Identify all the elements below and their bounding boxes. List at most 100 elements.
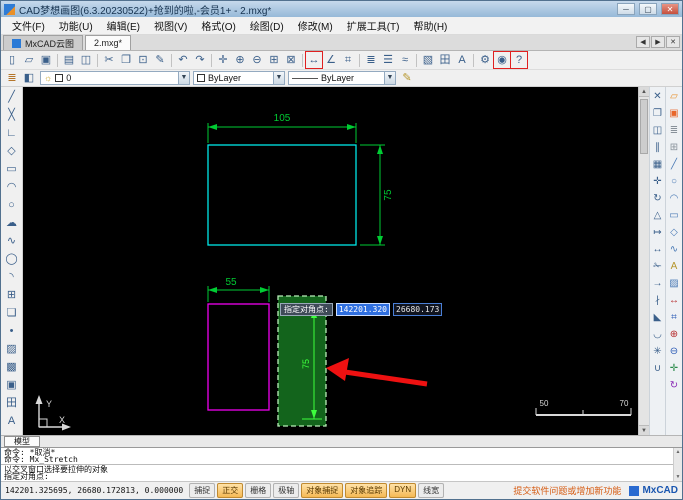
chevron-down-icon[interactable]: ▼ <box>178 72 189 84</box>
dynamic-input-y-field[interactable]: 26680.173 <box>393 303 443 316</box>
print-preview-icon[interactable]: ◫ <box>78 52 94 68</box>
polygon-tool-icon[interactable]: ◇ <box>666 225 682 241</box>
lengthen-icon[interactable]: ↔ <box>650 242 665 258</box>
vertical-scrollbar[interactable]: ▲ ▼ <box>638 87 649 435</box>
statusbar-toggle-otrack[interactable]: 对象追踪 <box>345 483 388 498</box>
gradient-icon[interactable]: ▩ <box>3 359 21 376</box>
menu-format[interactable]: 格式(O) <box>194 17 242 34</box>
menu-draw[interactable]: 绘图(D) <box>243 17 291 34</box>
insert-tool-icon[interactable]: ⊞ <box>666 140 682 156</box>
insert-table-icon[interactable]: 田 <box>437 52 453 68</box>
draw-spline-icon[interactable]: ∿ <box>3 233 21 250</box>
scroll-down-icon[interactable]: ▼ <box>639 425 649 435</box>
menu-ext-tools[interactable]: 扩展工具(T) <box>340 17 407 34</box>
layer-states-icon[interactable]: ◧ <box>21 70 37 86</box>
text-tool-icon[interactable]: A <box>666 259 682 275</box>
menu-help[interactable]: 帮助(H) <box>406 17 454 34</box>
dimension-tool-icon[interactable]: ↔ <box>666 293 682 309</box>
linetype-manager-icon[interactable]: ≈ <box>397 52 413 68</box>
statusbar-toggle-grid[interactable]: 栅格 <box>245 483 272 498</box>
feedback-link[interactable]: 提交软件问题或增加新功能 <box>513 484 621 497</box>
draw-construction-line-icon[interactable]: ╳ <box>3 107 21 124</box>
draw-point-icon[interactable]: • <box>3 323 21 340</box>
linetype-dropdown[interactable]: ByLayer ▼ <box>288 71 396 85</box>
color-dropdown[interactable]: ByLayer ▼ <box>193 71 285 85</box>
hatch-tool-icon[interactable]: ▨ <box>666 276 682 292</box>
paste-icon[interactable]: ⊡ <box>135 52 151 68</box>
extend-icon[interactable]: → <box>650 276 665 292</box>
spline-tool-icon[interactable]: ∿ <box>666 242 682 258</box>
undo-icon[interactable]: ↶ <box>175 52 191 68</box>
measure-area-icon[interactable]: ⌗ <box>340 52 356 68</box>
table-icon[interactable]: 田 <box>3 395 21 412</box>
chevron-down-icon[interactable]: ▼ <box>384 72 395 84</box>
find-text-icon[interactable]: A <box>454 52 470 68</box>
rotate-icon[interactable]: ↻ <box>650 191 665 207</box>
statusbar-toggle-dyn[interactable]: DYN <box>389 483 417 498</box>
line-tool-icon[interactable]: ╱ <box>666 157 682 173</box>
command-scrollbar[interactable]: ▲ ▼ <box>673 448 682 481</box>
plot-icon[interactable]: ▤ <box>61 52 77 68</box>
zoom-window-icon[interactable]: ⊞ <box>266 52 282 68</box>
cyan-rectangle[interactable] <box>207 144 357 246</box>
draw-polyline-icon[interactable]: ∟ <box>3 125 21 142</box>
make-block-icon[interactable]: ❏ <box>3 305 21 322</box>
options-icon[interactable]: ⚙ <box>477 52 493 68</box>
insert-block-icon[interactable]: ⊞ <box>3 287 21 304</box>
mirror-icon[interactable]: ◫ <box>650 123 665 139</box>
zoom-in-icon[interactable]: ⊕ <box>232 52 248 68</box>
erase-icon[interactable]: ✕ <box>650 89 665 105</box>
region-icon[interactable]: ▣ <box>3 377 21 394</box>
minimize-button[interactable]: ─ <box>617 3 635 15</box>
scroll-down-icon[interactable]: ▼ <box>674 473 682 481</box>
stretch-icon[interactable]: ↦ <box>650 225 665 241</box>
statusbar-toggle-ortho[interactable]: 正交 <box>217 483 244 498</box>
format-painter-icon[interactable]: ✎ <box>152 52 168 68</box>
zoom-out-tool-icon[interactable]: ⊖ <box>666 344 682 360</box>
explode-icon[interactable]: ✳ <box>650 344 665 360</box>
close-button[interactable]: ✕ <box>661 3 679 15</box>
dynamic-input-x-field[interactable]: 142201.320 <box>335 303 390 316</box>
draw-circle-icon[interactable]: ○ <box>3 197 21 214</box>
redo-icon[interactable]: ↷ <box>192 52 208 68</box>
draw-revcloud-icon[interactable]: ☁ <box>3 215 21 232</box>
tab-scroll-left-icon[interactable]: ◀ <box>636 36 650 48</box>
vertical-scrollbar-thumb[interactable] <box>640 99 648 154</box>
new-file-icon[interactable]: ▯ <box>4 52 20 68</box>
insert-image-icon[interactable]: ▧ <box>420 52 436 68</box>
magenta-rectangle[interactable] <box>207 303 270 411</box>
draw-polygon-icon[interactable]: ◇ <box>3 143 21 160</box>
zoom-extents-icon[interactable]: ⊠ <box>283 52 299 68</box>
move-icon[interactable]: ✛ <box>650 174 665 190</box>
pan-tool-icon[interactable]: ✛ <box>666 361 682 377</box>
open-drawing-icon[interactable]: ▱ <box>666 89 682 105</box>
break-icon[interactable]: ∤ <box>650 293 665 309</box>
chevron-down-icon[interactable]: ▼ <box>273 72 284 84</box>
array-icon[interactable]: ▦ <box>650 157 665 173</box>
join-icon[interactable]: ∪ <box>650 361 665 377</box>
match-properties-icon[interactable]: ✎ <box>399 70 415 86</box>
draw-ellipse-arc-icon[interactable]: ◝ <box>3 269 21 286</box>
chamfer-icon[interactable]: ◣ <box>650 310 665 326</box>
statusbar-toggle-lineweight[interactable]: 线宽 <box>418 483 445 498</box>
zoom-out-icon[interactable]: ⊖ <box>249 52 265 68</box>
properties-palette-icon[interactable]: ☰ <box>380 52 396 68</box>
arc-tool-icon[interactable]: ◠ <box>666 191 682 207</box>
save-file-icon[interactable]: ▣ <box>38 52 54 68</box>
statusbar-toggle-polar[interactable]: 极轴 <box>273 483 300 498</box>
copy-object-icon[interactable]: ❐ <box>650 106 665 122</box>
record-tool-icon[interactable]: ◉ <box>493 51 511 69</box>
menu-view[interactable]: 视图(V) <box>147 17 194 34</box>
draw-line-icon[interactable]: ╱ <box>3 89 21 106</box>
command-prompt[interactable]: 以交叉窗口选择要拉伸的对象 指定对角点: <box>1 465 673 481</box>
pan-icon[interactable]: ✛ <box>215 52 231 68</box>
menu-edit[interactable]: 编辑(E) <box>100 17 147 34</box>
measure-angle-icon[interactable]: ∠ <box>323 52 339 68</box>
maximize-button[interactable]: ▢ <box>639 3 657 15</box>
circle-tool-icon[interactable]: ○ <box>666 174 682 190</box>
layer-manager-icon[interactable]: ≣ <box>363 52 379 68</box>
layer-properties-icon[interactable]: ≣ <box>4 70 20 86</box>
scale-icon[interactable]: △ <box>650 208 665 224</box>
draw-rectangle-icon[interactable]: ▭ <box>3 161 21 178</box>
command-text[interactable]: 命令: *取消* 命令: Mx_Stretch 以交叉窗口选择要拉伸的对象 指定… <box>1 448 673 481</box>
